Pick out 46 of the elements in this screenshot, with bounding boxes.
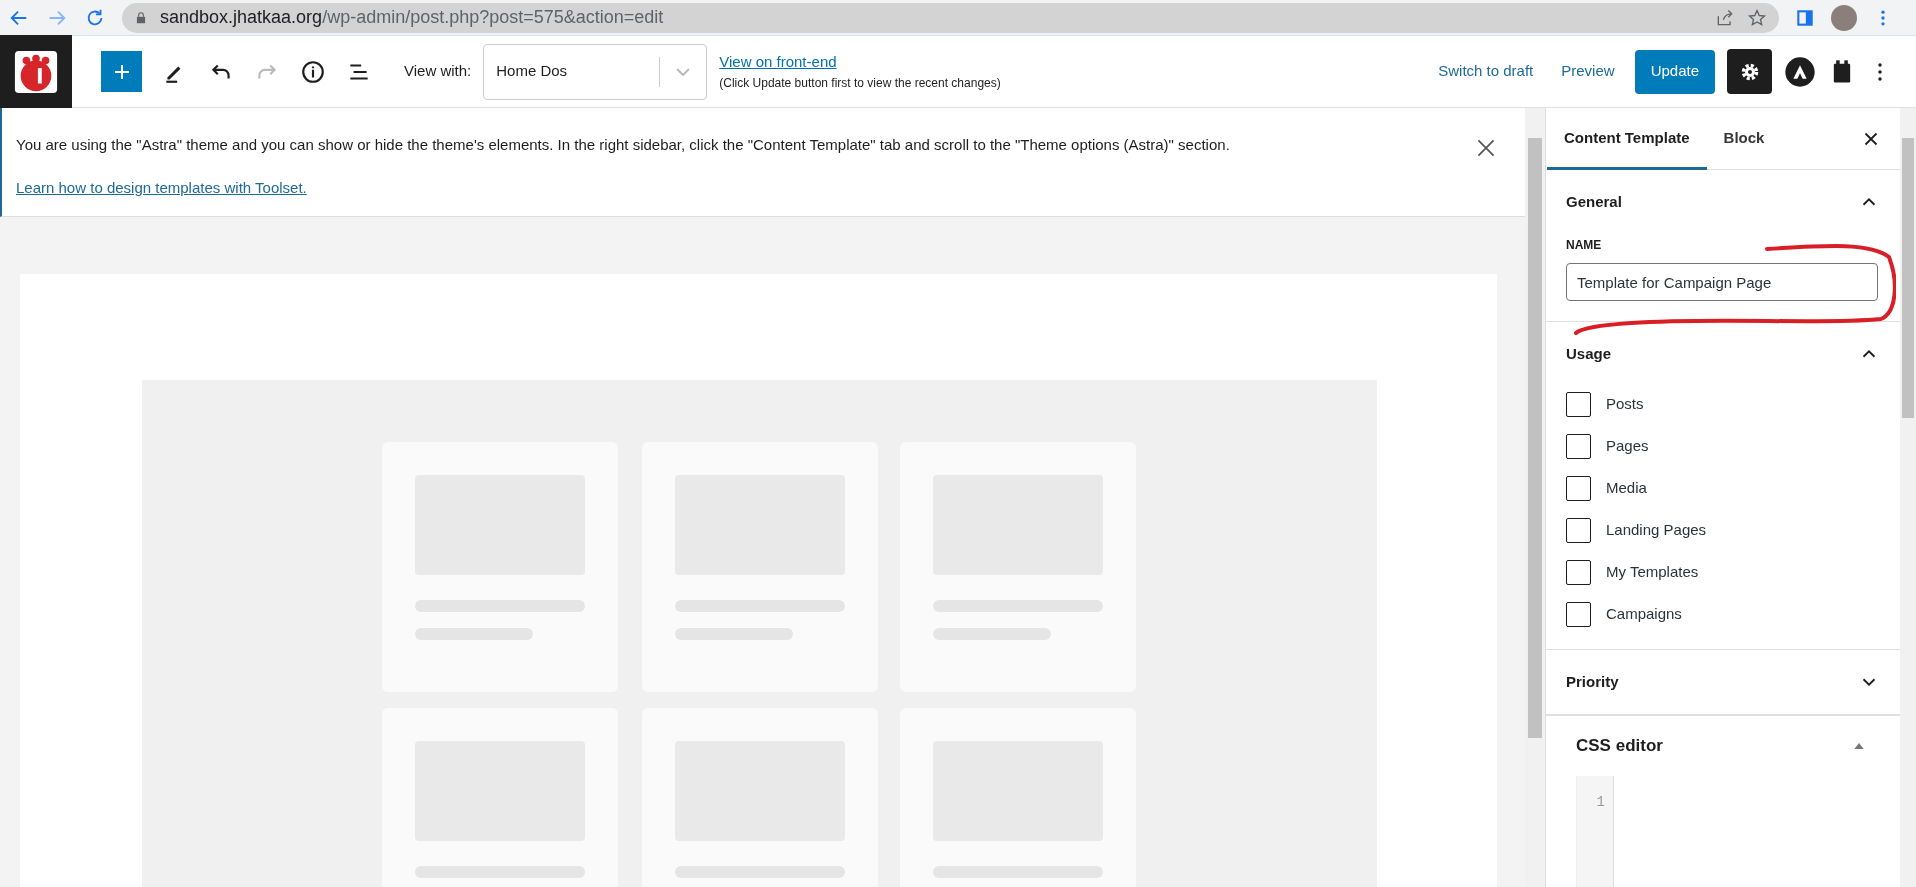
panel-header[interactable]: General	[1546, 170, 1900, 234]
chevron-down-icon	[676, 67, 691, 76]
update-hint: (Click Update button first to view the recent changes)	[719, 74, 1001, 92]
checkbox-label: Media	[1606, 478, 1647, 499]
scrollbar-thumb[interactable]	[1528, 138, 1542, 738]
scrollbar-thumb[interactable]	[1902, 138, 1914, 418]
astra-logo-icon[interactable]	[1784, 55, 1816, 88]
view-with-select[interactable]: Home Dos	[483, 43, 708, 100]
add-block-button[interactable]	[101, 51, 142, 92]
front-end-link[interactable]: View on front-end	[719, 51, 837, 74]
checkbox[interactable]	[1566, 476, 1591, 501]
sidebar-tab[interactable]: Block	[1706, 108, 1782, 170]
name-label: NAME	[1565, 237, 1603, 254]
checkbox-label: My Templates	[1606, 562, 1699, 583]
side-panel-icon[interactable]	[1795, 7, 1815, 28]
share-icon[interactable]	[1715, 7, 1735, 28]
lock-icon	[134, 10, 148, 25]
update-button[interactable]: Update	[1634, 49, 1715, 94]
notice-text: You are using the "Astra" theme and you can show or hide the theme's elements. In the right sidebar, click the "Content Template" tab and scroll to the "Theme options (Astra)" section.	[16, 135, 1230, 155]
switch-to-draft-button[interactable]: Switch to draft	[1430, 53, 1542, 90]
settings-button[interactable]	[1727, 49, 1772, 94]
preview-button[interactable]: Preview	[1553, 53, 1623, 90]
checkbox[interactable]	[1566, 518, 1591, 543]
address-bar[interactable]: sandbox.jhatkaa.org/wp-admin/post.php?post=575&action=edit	[122, 2, 1779, 33]
logo-icon	[13, 48, 59, 95]
checkbox[interactable]	[1566, 434, 1591, 459]
checkbox[interactable]	[1566, 560, 1591, 585]
star-icon[interactable]	[1747, 7, 1767, 28]
panel-header[interactable]: Usage	[1546, 322, 1900, 386]
checkbox-label: Pages	[1606, 436, 1649, 457]
panel-header[interactable]: Priority	[1546, 650, 1900, 714]
checkbox[interactable]	[1566, 602, 1591, 627]
avatar[interactable]	[1831, 4, 1857, 31]
checkbox-label: Landing Pages	[1606, 520, 1707, 541]
panel-header[interactable]: CSS editor	[1576, 716, 1870, 776]
name-input-field[interactable]: Template for Campaign Page	[1566, 263, 1878, 301]
view-with-label: View with:	[404, 61, 472, 82]
url-text: sandbox.jhatkaa.org/wp-admin/post.php?post=575&action=edit	[160, 6, 665, 29]
toolset-link[interactable]: Learn how to design templates with Toolset.	[16, 176, 307, 199]
checkbox-label: Campaigns	[1606, 604, 1682, 625]
checkbox[interactable]	[1566, 392, 1591, 417]
logo-tile[interactable]	[0, 35, 72, 108]
sidebar-tab[interactable]: Content Template	[1547, 108, 1707, 170]
checkbox-label: Posts	[1606, 394, 1644, 415]
line-number: 1	[1596, 793, 1605, 812]
info-icon[interactable]	[300, 58, 326, 85]
